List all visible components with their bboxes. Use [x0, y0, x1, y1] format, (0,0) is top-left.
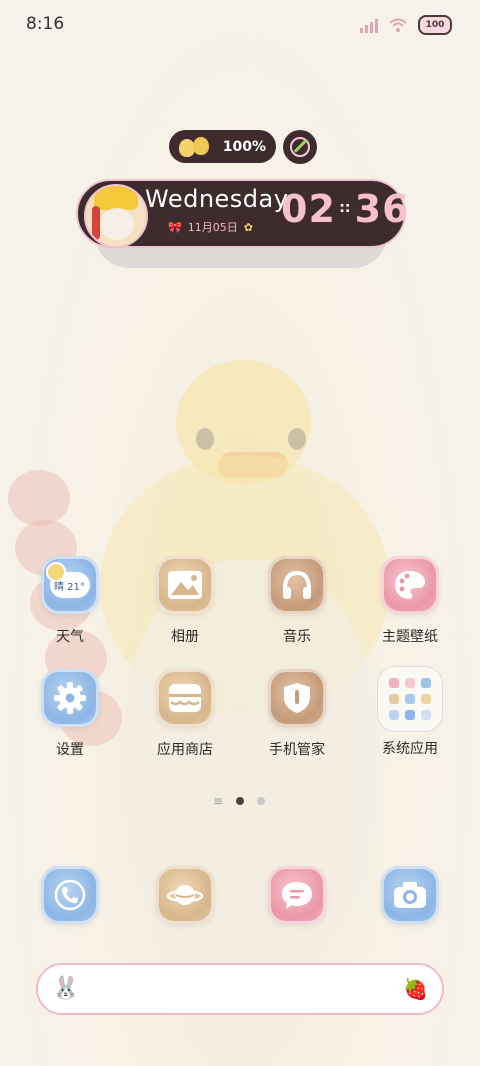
dock-messages[interactable] [257, 866, 337, 924]
camera-icon [381, 866, 439, 924]
avatar [84, 184, 148, 248]
gallery-icon [156, 556, 214, 614]
theme-palette-icon [381, 556, 439, 614]
dock-camera[interactable] [370, 866, 450, 924]
app-phone-manager[interactable]: 手机管家 [257, 669, 337, 759]
widget-edit-button[interactable] [283, 130, 317, 164]
wallpaper-duck-eye [288, 428, 306, 450]
settings-gear-icon [41, 669, 99, 727]
bow-icon: 🎀 [168, 220, 182, 234]
search-bar[interactable]: 🐰 🍓 [36, 963, 444, 1015]
app-weather[interactable]: 晴 21° 天气 [30, 556, 110, 646]
wallpaper-duck-eye [196, 428, 214, 450]
pencil-icon [290, 137, 310, 157]
battery-icon: 100 [418, 15, 452, 35]
app-label: 应用商店 [157, 742, 213, 758]
status-icons: 100 [360, 15, 452, 35]
date-text: 11月05日 [187, 221, 238, 234]
dock-phone[interactable] [30, 866, 110, 924]
app-store-icon [156, 669, 214, 727]
list-view-icon[interactable]: ≡ [213, 795, 223, 807]
app-label: 设置 [56, 742, 84, 758]
app-label: 相册 [171, 629, 199, 645]
app-label: 天气 [56, 629, 84, 645]
app-label: 音乐 [283, 629, 311, 645]
strawberry-icon[interactable]: 🍓 [403, 977, 428, 1001]
music-icon [268, 556, 326, 614]
page-dot-active[interactable] [236, 797, 245, 805]
battery-widget[interactable]: 100% [169, 130, 276, 163]
weather-text: 晴 21° [54, 582, 85, 593]
date-row: 🎀 11月05日 ✿ [168, 219, 253, 235]
page-dot[interactable] [257, 797, 266, 805]
clock-minutes: 36 [354, 187, 410, 231]
weekday: Wednesday [145, 185, 289, 213]
app-label: 手机管家 [269, 742, 325, 758]
chicks-icon [179, 135, 211, 159]
phone-icon [41, 866, 99, 924]
star-icon: ✿ [243, 220, 253, 234]
app-label: 主题壁纸 [382, 629, 438, 645]
messages-icon [268, 866, 326, 924]
clock-time: 02 ∷ 36 [281, 187, 410, 231]
page-indicator[interactable]: ≡ [213, 795, 266, 807]
app-label: 系统应用 [382, 741, 438, 757]
app-settings[interactable]: 设置 [30, 669, 110, 759]
clock-hours: 02 [281, 187, 336, 231]
app-gallery[interactable]: 相册 [145, 556, 225, 646]
signal-icon [360, 17, 378, 33]
wallpaper-berry [8, 470, 70, 526]
paw-separator-icon: ∷ [339, 201, 351, 217]
app-theme[interactable]: 主题壁纸 [370, 556, 450, 646]
app-music[interactable]: 音乐 [257, 556, 337, 646]
folder-icon [377, 666, 443, 732]
browser-planet-icon [156, 866, 214, 924]
app-system-folder[interactable]: 系统应用 [370, 666, 450, 758]
bunny-icon: 🐰 [52, 976, 80, 1001]
wifi-icon [389, 18, 407, 32]
weather-icon: 晴 21° [41, 556, 99, 614]
status-time: 8:16 [26, 14, 65, 34]
app-store[interactable]: 应用商店 [145, 669, 225, 759]
dock-browser[interactable] [145, 866, 225, 924]
battery-percent: 100% [222, 138, 266, 155]
phone-manager-shield-icon [268, 669, 326, 727]
